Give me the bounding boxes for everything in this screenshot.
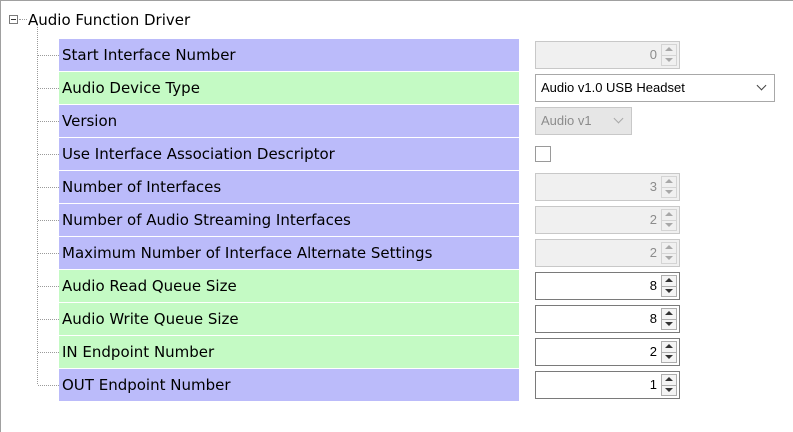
chevron-down-icon[interactable] — [758, 82, 766, 90]
spinner-down-button[interactable] — [662, 319, 676, 329]
spinner-down-button — [662, 187, 676, 197]
spinner-down-button — [662, 253, 676, 263]
tree-connector — [38, 220, 59, 221]
spinner-arrows-icon[interactable] — [661, 374, 677, 396]
spinner-down-button[interactable] — [662, 385, 676, 395]
property-tree-panel: Audio Function Driver Start Interface Nu… — [0, 0, 793, 432]
spinner-value[interactable]: 8 — [650, 273, 657, 299]
spinner-arrows-icon — [661, 176, 677, 198]
property-row: Version Audio v1 — [1, 105, 793, 137]
spinner-value[interactable]: 1 — [650, 372, 657, 398]
tree-collapse-icon[interactable] — [9, 15, 18, 24]
property-label[interactable]: Maximum Number of Interface Alternate Se… — [59, 237, 519, 269]
audio-write-queue-size-spinner[interactable]: 8 — [535, 305, 680, 333]
property-row: IN Endpoint Number 2 — [1, 336, 793, 368]
start-interface-number-spinner: 0 — [535, 41, 680, 69]
property-label[interactable]: Number of Audio Streaming Interfaces — [59, 204, 519, 236]
max-alternate-settings-spinner: 2 — [535, 239, 680, 267]
spinner-down-button — [662, 55, 676, 65]
spinner-arrows-icon — [661, 209, 677, 231]
property-label[interactable]: Number of Interfaces — [59, 171, 519, 203]
spinner-arrows-icon[interactable] — [661, 308, 677, 330]
property-label[interactable]: OUT Endpoint Number — [59, 369, 519, 401]
spinner-arrows-icon[interactable] — [661, 275, 677, 297]
spinner-down-button[interactable] — [662, 352, 676, 362]
property-label[interactable]: Start Interface Number — [59, 39, 519, 71]
tree-connector — [19, 19, 27, 20]
tree-connector — [38, 187, 59, 188]
property-row: Maximum Number of Interface Alternate Se… — [1, 237, 793, 269]
tree-connector — [38, 253, 59, 254]
tree-connector — [38, 385, 59, 386]
select-value: Audio v1 — [541, 113, 592, 128]
property-label[interactable]: Audio Device Type — [59, 72, 519, 104]
tree-connector — [38, 319, 59, 320]
spinner-arrows-icon — [661, 242, 677, 264]
version-select: Audio v1 — [535, 107, 632, 135]
property-row: Number of Interfaces 3 — [1, 171, 793, 203]
tree-root-label[interactable]: Audio Function Driver — [28, 9, 190, 31]
out-endpoint-number-spinner[interactable]: 1 — [535, 371, 680, 399]
in-endpoint-number-spinner[interactable]: 2 — [535, 338, 680, 366]
property-label[interactable]: Audio Read Queue Size — [59, 270, 519, 302]
property-row: Start Interface Number 0 — [1, 39, 793, 71]
audio-streaming-interfaces-spinner: 2 — [535, 206, 680, 234]
property-row: Audio Device Type Audio v1.0 USB Headset — [1, 72, 793, 104]
spinner-value: 3 — [649, 179, 657, 194]
number-of-interfaces-spinner: 3 — [535, 173, 680, 201]
tree-connector — [38, 286, 59, 287]
property-row: Audio Write Queue Size 8 — [1, 303, 793, 335]
use-iad-checkbox[interactable] — [535, 146, 551, 162]
spinner-value[interactable]: 8 — [650, 306, 657, 332]
spinner-down-button — [662, 220, 676, 230]
audio-read-queue-size-spinner[interactable]: 8 — [535, 272, 680, 300]
spinner-value: 2 — [649, 212, 657, 227]
tree-connector — [38, 121, 59, 122]
select-value: Audio v1.0 USB Headset — [541, 80, 685, 95]
property-row: Use Interface Association Descriptor — [1, 138, 793, 170]
property-label[interactable]: Version — [59, 105, 519, 137]
property-row: OUT Endpoint Number 1 — [1, 369, 793, 401]
chevron-down-icon — [615, 115, 623, 123]
property-label[interactable]: IN Endpoint Number — [59, 336, 519, 368]
property-row: Number of Audio Streaming Interfaces 2 — [1, 204, 793, 236]
tree-connector — [38, 154, 59, 155]
tree-connector — [38, 352, 59, 353]
spinner-arrows-icon — [661, 44, 677, 66]
spinner-value: 2 — [649, 245, 657, 260]
tree-connector — [38, 88, 59, 89]
spinner-value: 0 — [649, 47, 657, 62]
audio-device-type-select[interactable]: Audio v1.0 USB Headset — [535, 74, 775, 102]
property-label[interactable]: Use Interface Association Descriptor — [59, 138, 519, 170]
spinner-down-button[interactable] — [662, 286, 676, 296]
spinner-arrows-icon[interactable] — [661, 341, 677, 363]
tree-connector — [38, 55, 59, 56]
spinner-value[interactable]: 2 — [650, 339, 657, 365]
property-row: Audio Read Queue Size 8 — [1, 270, 793, 302]
property-label[interactable]: Audio Write Queue Size — [59, 303, 519, 335]
